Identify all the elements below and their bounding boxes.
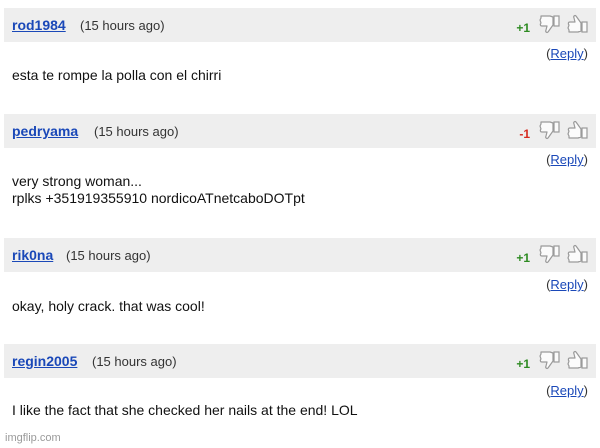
comment-header: pedryama (15 hours ago) -1 <box>4 114 596 148</box>
reply-control: (Reply) <box>546 46 588 61</box>
comment-header: rod1984 (15 hours ago) +1 <box>4 8 596 42</box>
username-link[interactable]: regin2005 <box>12 353 77 369</box>
reply-link[interactable]: Reply <box>550 277 583 292</box>
watermark: imgflip.com <box>5 432 61 444</box>
vote-score: +1 <box>516 21 530 35</box>
reply-control: (Reply) <box>546 152 588 167</box>
reply-paren: ) <box>583 383 588 398</box>
username-link[interactable]: rod1984 <box>12 17 66 33</box>
thumbs-down-icon[interactable] <box>538 242 562 266</box>
username-link[interactable]: rik0na <box>12 247 53 263</box>
thumbs-down-icon[interactable] <box>538 348 562 372</box>
thumbs-up-icon[interactable] <box>566 118 590 142</box>
reply-link[interactable]: Reply <box>550 46 583 61</box>
timestamp: (15 hours ago) <box>92 354 177 369</box>
comment-text: very strong woman... rplks +351919355910… <box>12 173 305 206</box>
vote-score: +1 <box>516 251 530 265</box>
comment-text: I like the fact that she checked her nai… <box>12 402 358 418</box>
thumbs-up-icon[interactable] <box>566 12 590 36</box>
vote-score: +1 <box>516 357 530 371</box>
timestamp: (15 hours ago) <box>94 124 179 139</box>
reply-link[interactable]: Reply <box>550 152 583 167</box>
reply-control: (Reply) <box>546 383 588 398</box>
reply-control: (Reply) <box>546 277 588 292</box>
timestamp: (15 hours ago) <box>66 248 151 263</box>
reply-paren: ) <box>583 277 588 292</box>
thumbs-down-icon[interactable] <box>538 12 562 36</box>
comment-text: okay, holy crack. that was cool! <box>12 298 205 314</box>
reply-paren: ) <box>583 46 588 61</box>
comment-text: esta te rompe la polla con el chirri <box>12 67 222 83</box>
reply-link[interactable]: Reply <box>550 383 583 398</box>
thumbs-up-icon[interactable] <box>566 348 590 372</box>
timestamp: (15 hours ago) <box>80 18 165 33</box>
comment-header: rik0na (15 hours ago) +1 <box>4 238 596 272</box>
comment-header: regin2005 (15 hours ago) +1 <box>4 344 596 378</box>
thumbs-up-icon[interactable] <box>566 242 590 266</box>
username-link[interactable]: pedryama <box>12 123 78 139</box>
reply-paren: ) <box>583 152 588 167</box>
thumbs-down-icon[interactable] <box>538 118 562 142</box>
vote-score: -1 <box>519 127 530 141</box>
